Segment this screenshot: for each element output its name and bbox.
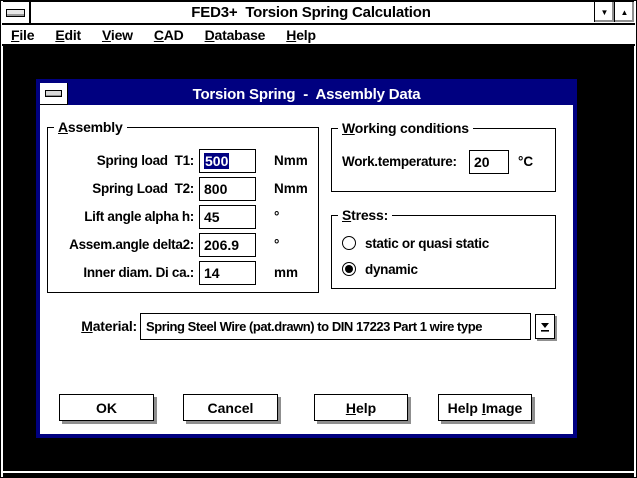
assembly-groupbox: Assembly Spring load T1: 500 Nmm Spring … [47, 127, 319, 293]
radio-static-label: static or quasi static [365, 236, 489, 251]
assembly-legend: Assembly [54, 119, 127, 135]
working-conditions-legend: Working conditions [338, 120, 473, 136]
assembly-data-dialog: Torsion Spring - Assembly Data Assembly … [36, 79, 577, 438]
system-menu-button[interactable] [2, 2, 31, 23]
spring-load-t1-value: 500 [204, 153, 229, 169]
inner-diam-label: Inner diam. Di ca.: [48, 265, 194, 280]
assem-angle-input[interactable]: 206.9 [199, 233, 256, 257]
lift-angle-row: Lift angle alpha h: 45 ° [48, 205, 318, 229]
stress-legend: Stress: [338, 207, 392, 223]
work-temperature-label: Work.temperature: [342, 154, 457, 169]
material-value: Spring Steel Wire (pat.drawn) to DIN 172… [146, 319, 482, 334]
menu-item-edit[interactable]: Edit [55, 27, 81, 43]
system-menu-icon [6, 9, 25, 17]
work-temperature-unit: °C [518, 154, 533, 169]
radio-dynamic-label: dynamic [365, 262, 418, 277]
lift-angle-label: Lift angle alpha h: [48, 209, 194, 224]
spring-load-t1-label: Spring load T1: [48, 153, 194, 168]
help-button[interactable]: Help [314, 394, 408, 421]
inner-diam-value: 14 [204, 265, 220, 281]
stress-groupbox: Stress: static or quasi static dynamic [331, 215, 556, 289]
work-temperature-value: 20 [474, 154, 490, 170]
work-temperature-row: Work.temperature: 20 °C [332, 150, 555, 174]
spring-load-t2-row: Spring Load T2: 800 Nmm [48, 177, 318, 201]
window-buttons: ▼ ▲ [594, 2, 634, 23]
inner-diam-input[interactable]: 14 [199, 261, 256, 285]
dialog-system-menu-button[interactable] [40, 83, 68, 105]
assem-angle-label: Assem.angle delta2: [48, 237, 194, 252]
spring-load-t2-label: Spring Load T2: [48, 181, 194, 196]
material-label: Material: [60, 318, 137, 334]
spring-load-t2-value: 800 [204, 181, 227, 197]
inner-diam-row: Inner diam. Di ca.: 14 mm [48, 261, 318, 285]
menu-item-view[interactable]: View [102, 27, 133, 43]
spring-load-t2-unit: Nmm [274, 181, 308, 196]
material-dropdown-button[interactable] [535, 314, 555, 339]
window-titlebar: FED3+ Torsion Spring Calculation ▼ ▲ [2, 2, 635, 25]
spring-load-t1-unit: Nmm [274, 153, 308, 168]
dialog-titlebar: Torsion Spring - Assembly Data [40, 83, 573, 105]
dialog-content: Assembly Spring load T1: 500 Nmm Spring … [40, 105, 573, 434]
assem-angle-unit: ° [274, 237, 279, 252]
menu-item-file[interactable]: File [11, 27, 34, 43]
minimize-icon: ▼ [601, 8, 609, 17]
working-conditions-groupbox: Working conditions Work.temperature: 20 … [331, 128, 556, 192]
radio-dynamic[interactable] [342, 262, 356, 276]
window-title: FED3+ Torsion Spring Calculation [32, 2, 590, 23]
menu-bar: File Edit View CAD Database Help [2, 25, 635, 46]
lift-angle-input[interactable]: 45 [199, 205, 256, 229]
inner-diam-unit: mm [274, 265, 298, 280]
menu-item-database[interactable]: Database [205, 27, 266, 43]
assem-angle-value: 206.9 [204, 237, 239, 253]
lift-angle-value: 45 [204, 209, 220, 225]
dropdown-arrow-icon [540, 322, 550, 332]
spring-load-t1-row: Spring load T1: 500 Nmm [48, 149, 318, 173]
ok-button[interactable]: OK [59, 394, 154, 421]
material-combobox[interactable]: Spring Steel Wire (pat.drawn) to DIN 172… [140, 313, 531, 340]
stress-option-dynamic-row: dynamic [332, 262, 555, 278]
dialog-title: Torsion Spring - Assembly Data [70, 83, 543, 105]
window-frame-bottom [3, 471, 634, 473]
window-frame-left [1, 1, 3, 477]
window-frame-right [634, 1, 636, 477]
radio-static-or-quasi-static[interactable] [342, 236, 356, 250]
help-image-button[interactable]: Help Image [438, 394, 532, 421]
assem-angle-row: Assem.angle delta2: 206.9 ° [48, 233, 318, 257]
menu-item-help[interactable]: Help [286, 27, 316, 43]
menu-item-cad[interactable]: CAD [154, 27, 184, 43]
lift-angle-unit: ° [274, 209, 279, 224]
spring-load-t2-input[interactable]: 800 [199, 177, 256, 201]
spring-load-t1-input[interactable]: 500 [199, 149, 256, 173]
cancel-button[interactable]: Cancel [183, 394, 278, 421]
maximize-icon: ▲ [621, 8, 629, 17]
maximize-button[interactable]: ▲ [614, 2, 634, 22]
dialog-system-menu-icon [45, 90, 62, 97]
work-temperature-input[interactable]: 20 [469, 150, 509, 174]
minimize-button[interactable]: ▼ [594, 2, 614, 22]
stress-option-static-row: static or quasi static [332, 236, 555, 252]
